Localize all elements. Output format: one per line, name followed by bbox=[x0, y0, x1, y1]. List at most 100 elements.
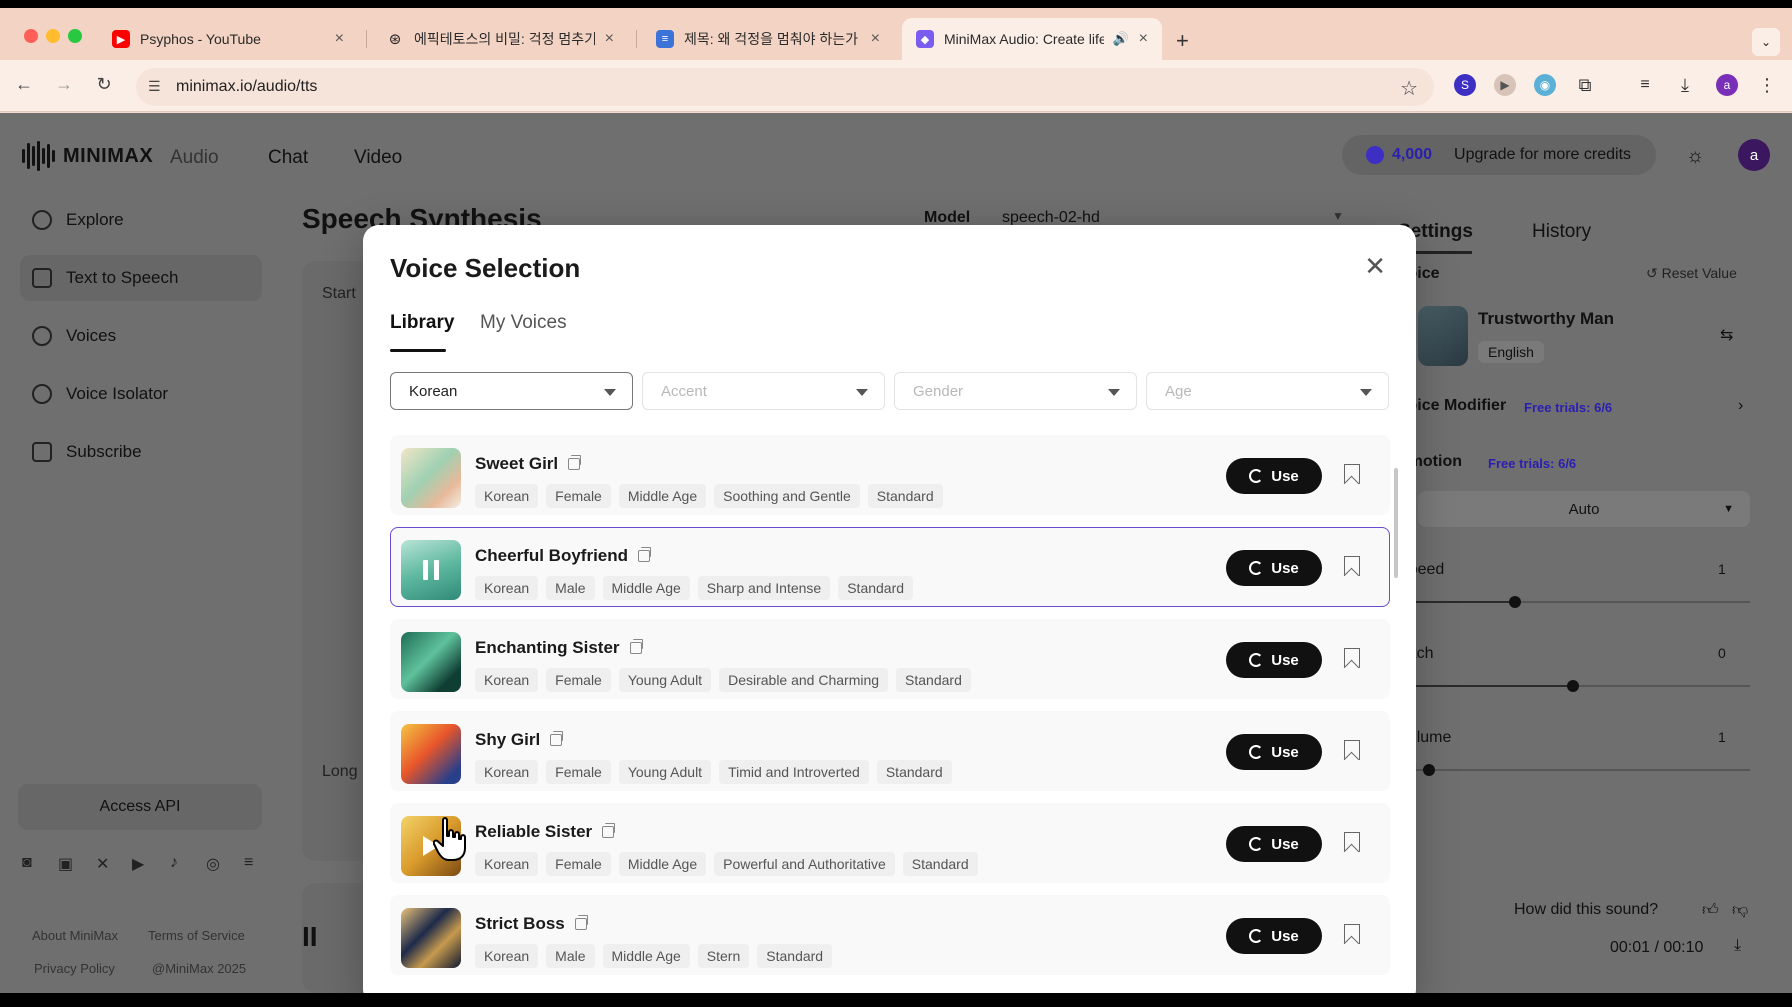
bookmark-icon[interactable] bbox=[1344, 648, 1360, 668]
voice-row-cheerful-boyfriend[interactable]: Cheerful Boyfriend Korean Male Middle Ag… bbox=[390, 527, 1390, 607]
bookmark-icon[interactable] bbox=[1344, 832, 1360, 852]
sidebar-item-voices[interactable]: Voices bbox=[20, 313, 262, 359]
tab-close-icon[interactable]: × bbox=[871, 30, 880, 48]
selected-voice-name[interactable]: Trustworthy Man bbox=[1478, 309, 1614, 329]
copy-icon[interactable] bbox=[602, 823, 616, 838]
nav-audio[interactable]: Audio bbox=[170, 147, 219, 169]
tab-my-voices[interactable]: My Voices bbox=[480, 312, 567, 334]
nav-video[interactable]: Video bbox=[354, 147, 402, 169]
sidebar-item-voice-isolator[interactable]: Voice Isolator bbox=[20, 371, 262, 417]
credits-upgrade-pill[interactable]: 4,000 Upgrade for more credits bbox=[1342, 135, 1656, 175]
tab-close-icon[interactable]: × bbox=[335, 30, 344, 48]
sidebar-item-explore[interactable]: Explore bbox=[20, 197, 262, 243]
voice-row-enchanting-sister[interactable]: Enchanting Sister Korean Female Young Ad… bbox=[390, 619, 1390, 699]
browser-tab-minimax[interactable]: ◆ MiniMax Audio: Create life 🔊 × bbox=[902, 18, 1162, 60]
youtube-icon[interactable]: ▶ bbox=[132, 854, 144, 874]
close-window-button[interactable] bbox=[24, 29, 38, 43]
site-settings-icon[interactable]: ☰ bbox=[148, 78, 161, 95]
reload-icon[interactable]: ↻ bbox=[92, 74, 116, 95]
extension-s-icon[interactable]: S bbox=[1454, 74, 1476, 96]
emotion-select[interactable]: Auto ▼ bbox=[1418, 491, 1750, 527]
forward-icon[interactable]: → bbox=[52, 74, 76, 95]
use-voice-button[interactable]: Use bbox=[1226, 918, 1322, 954]
copy-icon[interactable] bbox=[574, 915, 588, 930]
bookmark-star-icon[interactable]: ☆ bbox=[1400, 76, 1418, 101]
minimax-logo[interactable]: MINIMAX bbox=[22, 141, 153, 171]
more-links-icon[interactable]: ≡ bbox=[244, 854, 253, 872]
profile-avatar[interactable]: a bbox=[1716, 74, 1738, 96]
use-voice-button[interactable]: Use bbox=[1226, 458, 1322, 494]
user-avatar[interactable]: a bbox=[1738, 139, 1770, 171]
bookmark-icon[interactable] bbox=[1344, 740, 1360, 760]
extension-globe-icon[interactable]: ◉ bbox=[1534, 74, 1556, 96]
voice-thumbnail[interactable] bbox=[401, 908, 461, 968]
accent-filter[interactable]: Accent bbox=[642, 372, 885, 410]
browser-tab-epictetus[interactable]: ⊛ 에픽테토스의 비밀: 걱정 멈추기 - C × bbox=[372, 18, 628, 60]
about-link[interactable]: About MiniMax bbox=[32, 928, 118, 943]
speaker-icon[interactable]: 🔊 bbox=[1112, 31, 1128, 47]
copy-icon[interactable] bbox=[638, 547, 652, 562]
gender-filter[interactable]: Gender bbox=[894, 372, 1137, 410]
terms-link[interactable]: Terms of Service bbox=[148, 928, 245, 943]
download-icon[interactable]: ⤓ bbox=[1674, 74, 1696, 96]
use-voice-button[interactable]: Use bbox=[1226, 642, 1322, 678]
age-filter[interactable]: Age bbox=[1146, 372, 1389, 410]
voice-list-scrollbar[interactable] bbox=[1394, 468, 1398, 578]
sidebar-item-subscribe[interactable]: Subscribe bbox=[20, 429, 262, 475]
download-icon[interactable]: ⤓ bbox=[1734, 937, 1741, 955]
volume-slider[interactable] bbox=[1410, 769, 1750, 771]
pause-icon[interactable] bbox=[401, 540, 461, 600]
close-icon[interactable]: ✕ bbox=[1364, 253, 1386, 279]
instagram-icon[interactable]: ◎ bbox=[206, 854, 220, 874]
use-voice-button[interactable]: Use bbox=[1226, 826, 1322, 862]
tab-close-icon[interactable]: × bbox=[605, 30, 614, 48]
extension-icon[interactable]: ▶ bbox=[1494, 74, 1516, 96]
theme-toggle-icon[interactable]: ☼ bbox=[1686, 145, 1704, 168]
pitch-slider-handle[interactable] bbox=[1567, 680, 1579, 692]
play-icon[interactable] bbox=[401, 816, 461, 876]
thumbs-down-icon[interactable]: 👎︎ bbox=[1732, 901, 1748, 920]
copy-icon[interactable] bbox=[629, 639, 643, 654]
privacy-link[interactable]: Privacy Policy bbox=[34, 961, 115, 976]
volume-slider-handle[interactable] bbox=[1423, 764, 1435, 776]
voice-list[interactable]: Sweet Girl Korean Female Middle Age Soot… bbox=[390, 435, 1392, 993]
tab-close-icon[interactable]: × bbox=[1139, 30, 1148, 48]
copy-icon[interactable] bbox=[550, 731, 564, 746]
sidebar-item-text-to-speech[interactable]: Text to Speech bbox=[20, 255, 262, 301]
bookmark-icon[interactable] bbox=[1344, 924, 1360, 944]
voice-thumbnail[interactable] bbox=[401, 724, 461, 784]
linkedin-icon[interactable]: ▣ bbox=[58, 854, 73, 874]
voice-thumbnail[interactable] bbox=[401, 540, 461, 600]
discord-icon[interactable]: ◙ bbox=[22, 854, 32, 872]
tab-library[interactable]: Library bbox=[390, 312, 454, 334]
use-voice-button[interactable]: Use bbox=[1226, 550, 1322, 586]
new-tab-button[interactable]: + bbox=[1176, 28, 1189, 54]
tab-search-button[interactable]: ⌄ bbox=[1752, 28, 1780, 56]
voice-thumbnail[interactable] bbox=[401, 816, 461, 876]
voice-row-reliable-sister[interactable]: Reliable Sister Korean Female Middle Age… bbox=[390, 803, 1390, 883]
tiktok-icon[interactable]: ♪ bbox=[170, 854, 178, 872]
address-bar[interactable]: ☰ minimax.io/audio/tts ☆ bbox=[136, 68, 1434, 106]
media-controls-icon[interactable]: ≡ bbox=[1634, 74, 1656, 96]
browser-menu-icon[interactable]: ⋮ bbox=[1756, 74, 1778, 96]
use-voice-button[interactable]: Use bbox=[1226, 734, 1322, 770]
voice-row-shy-girl[interactable]: Shy Girl Korean Female Young Adult Timid… bbox=[390, 711, 1390, 791]
browser-tab-youtube[interactable]: ▶ Psyphos - YouTube × bbox=[98, 18, 358, 60]
voice-thumbnail[interactable] bbox=[401, 632, 461, 692]
minimize-window-button[interactable] bbox=[46, 29, 60, 43]
voice-row-sweet-girl[interactable]: Sweet Girl Korean Female Middle Age Soot… bbox=[390, 435, 1390, 515]
copy-icon[interactable] bbox=[568, 455, 582, 470]
speed-slider-handle[interactable] bbox=[1509, 596, 1521, 608]
voice-thumbnail[interactable] bbox=[401, 448, 461, 508]
pause-icon[interactable]: II bbox=[302, 921, 318, 953]
browser-tab-docs[interactable]: ≡ 제목: 왜 걱정을 멈춰야 하는가 - G × bbox=[642, 18, 894, 60]
chevron-down-icon[interactable]: ▼ bbox=[1332, 209, 1344, 223]
zoom-window-button[interactable] bbox=[68, 29, 82, 43]
back-icon[interactable]: ← bbox=[12, 74, 36, 95]
voice-row-strict-boss[interactable]: Strict Boss Korean Male Middle Age Stern… bbox=[390, 895, 1390, 975]
reset-value-button[interactable]: ↺ Reset Value bbox=[1646, 265, 1737, 282]
language-filter[interactable]: Korean bbox=[390, 372, 633, 410]
chevron-right-icon[interactable]: › bbox=[1738, 397, 1743, 415]
access-api-button[interactable]: Access API bbox=[18, 784, 262, 830]
tab-history[interactable]: History bbox=[1532, 221, 1591, 243]
